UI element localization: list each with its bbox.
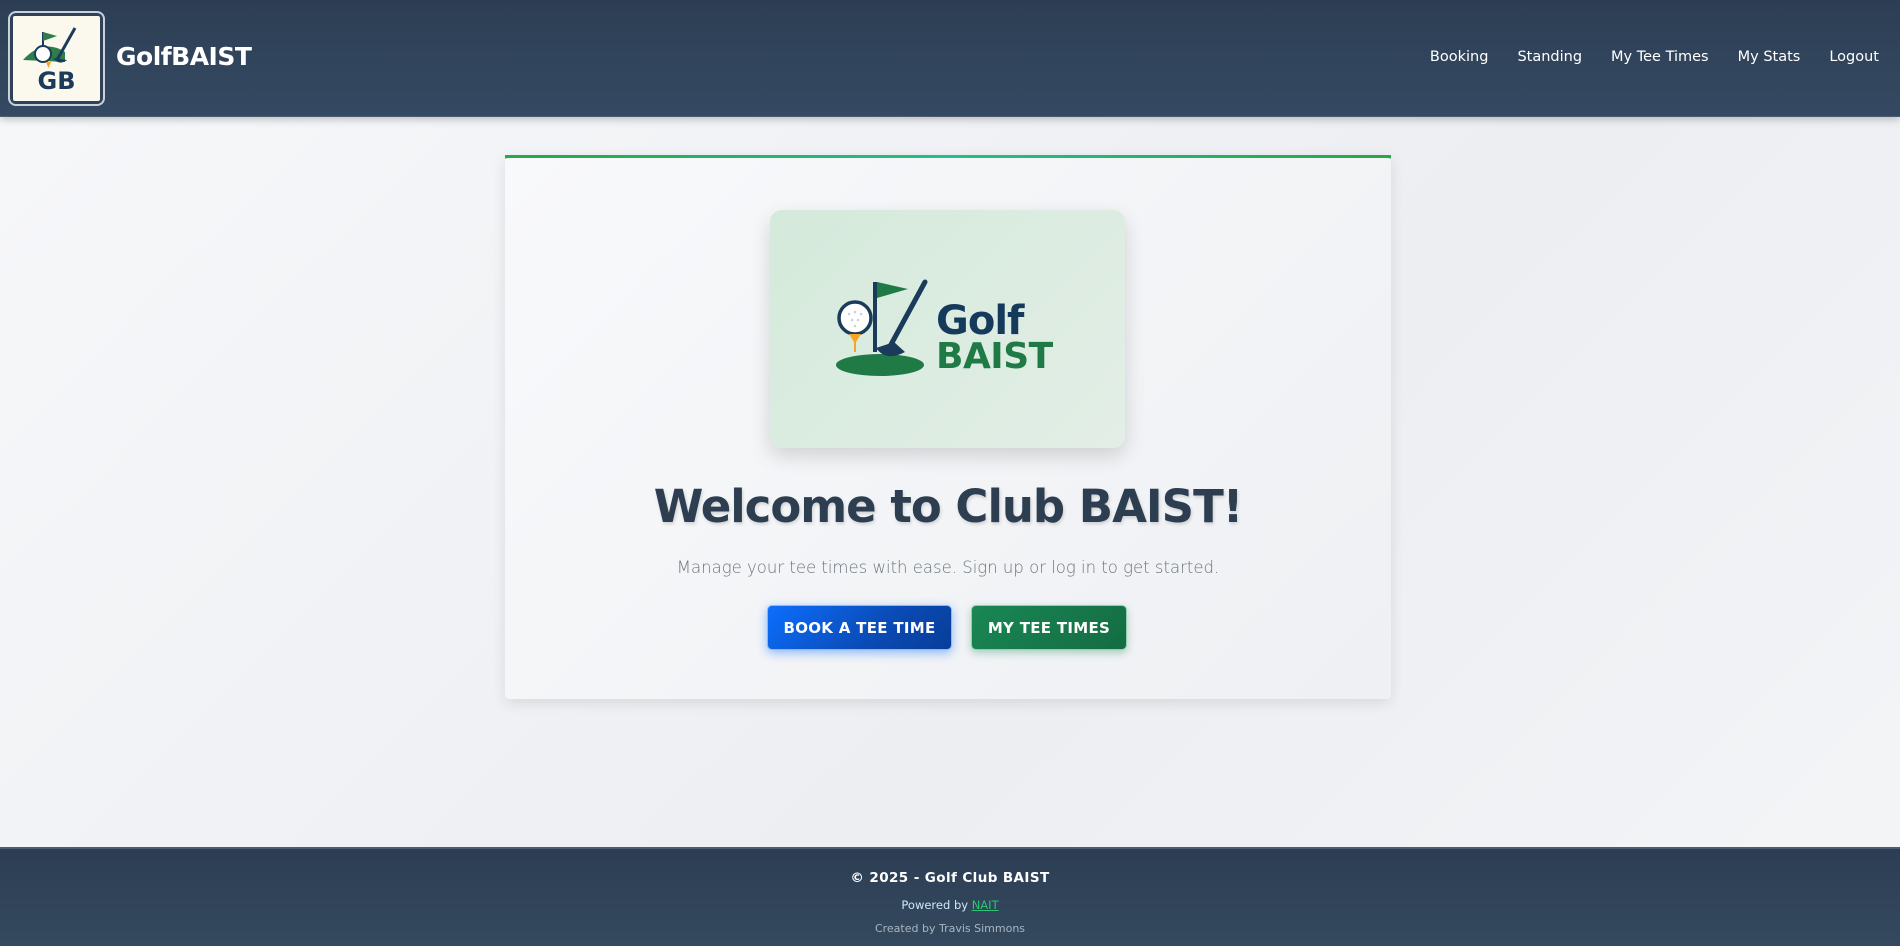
footer-powered-by: Powered by NAIT <box>0 898 1900 912</box>
nait-link[interactable]: NAIT <box>972 898 999 912</box>
book-tee-time-button[interactable]: BOOK A TEE TIME <box>767 605 952 650</box>
powered-prefix: Powered by <box>901 898 972 912</box>
card-accent-bar <box>505 155 1391 158</box>
brand-name[interactable]: GolfBAIST <box>116 42 252 71</box>
navbar: GB GolfBAIST Booking Standing My Tee Tim… <box>0 0 1900 117</box>
footer-credit: Created by Travis Simmons <box>874 922 1026 935</box>
golf-club-logo-icon: Golf BAIST <box>836 279 1054 377</box>
welcome-card: Golf BAIST Welcome to Club BAIST! Manage… <box>505 155 1391 699</box>
page-title: Welcome to Club BAIST! <box>653 480 1244 533</box>
nav-standing[interactable]: Standing <box>1517 49 1582 65</box>
footer: © 2025 - Golf Club BAIST Powered by NAIT… <box>0 847 1900 946</box>
golf-ball-icon <box>837 300 873 336</box>
footer-copyright: © 2025 - Golf Club BAIST <box>850 870 1050 886</box>
brand-logo-icon: GB <box>13 16 100 101</box>
nav-logout[interactable]: Logout <box>1829 49 1879 65</box>
logo-word-baist: BAIST <box>936 336 1054 377</box>
brand-logo[interactable]: GB <box>8 11 105 106</box>
tee-icon <box>849 334 861 352</box>
main-nav: Booking Standing My Tee Times My Stats L… <box>1430 49 1879 65</box>
nav-my-stats[interactable]: My Stats <box>1738 49 1801 65</box>
hero-logo: Golf BAIST <box>770 210 1125 448</box>
logo-text: GB <box>38 67 76 95</box>
my-tee-times-button[interactable]: MY TEE TIMES <box>971 605 1127 650</box>
nav-my-tee-times[interactable]: My Tee Times <box>1611 49 1709 65</box>
nav-booking[interactable]: Booking <box>1430 49 1489 65</box>
page-subtitle: Manage your tee times with ease. Sign up… <box>676 558 1220 577</box>
